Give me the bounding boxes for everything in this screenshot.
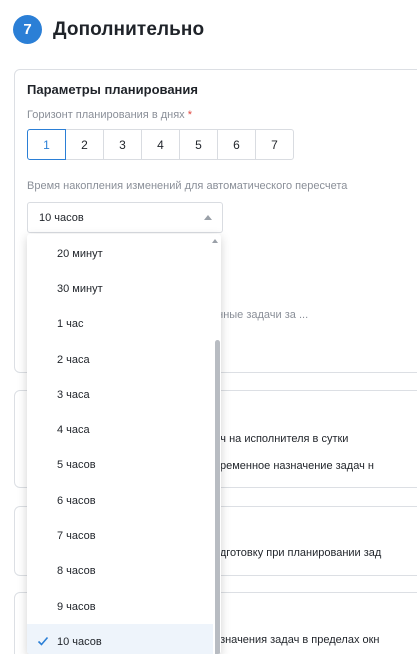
dropdown-option[interactable]: 30 минут xyxy=(27,271,213,306)
step-number-badge: 7 xyxy=(13,15,42,44)
dropdown-option-label: 10 часов xyxy=(57,635,102,648)
day-button-3[interactable]: 3 xyxy=(103,129,142,160)
checkmark-icon xyxy=(37,637,49,646)
dropdown-option[interactable]: 7 часов xyxy=(27,518,213,553)
dropdown-option-label: 9 часов xyxy=(57,600,96,613)
dropdown-option[interactable]: 4 часа xyxy=(27,412,213,447)
dropdown-option[interactable]: 3 часа xyxy=(27,377,213,412)
setting-text-tasks-per-day: дач на исполнителя в сутки xyxy=(208,433,349,445)
day-button-7[interactable]: 7 xyxy=(255,129,294,160)
dropdown-option-label: 8 часов xyxy=(57,565,96,578)
dropdown-option[interactable]: 2 часа xyxy=(27,342,213,377)
dropdown-option-label: 1 час xyxy=(57,318,84,331)
recalc-time-select[interactable]: 10 часов xyxy=(27,202,223,233)
recalc-time-dropdown: 20 минут 30 минут 1 час 2 часа 3 часа 4 часа 5… xyxy=(27,234,221,654)
day-button-2[interactable]: 2 xyxy=(65,129,104,160)
dropdown-scrollbar-thumb[interactable] xyxy=(215,340,220,654)
dropdown-scrollbar[interactable] xyxy=(213,246,221,654)
dropdown-options-list: 20 минут 30 минут 1 час 2 часа 3 часа 4 часа 5… xyxy=(27,236,213,654)
dropdown-option-label: 5 часов xyxy=(57,459,96,472)
section-header: 7 Дополнительно xyxy=(13,15,204,44)
dropdown-option-label: 3 часа xyxy=(57,388,90,401)
recalc-time-label: Время накопления изменений для автоматич… xyxy=(27,180,348,192)
dropdown-option[interactable]: 8 часов xyxy=(27,554,213,589)
recalc-time-value: 10 часов xyxy=(39,211,84,224)
day-button-6[interactable]: 6 xyxy=(217,129,256,160)
section-title: Дополнительно xyxy=(53,18,205,40)
caret-up-icon xyxy=(204,215,212,220)
dropdown-option[interactable]: 9 часов xyxy=(27,589,213,624)
horizon-label-text: Горизонт планирования в днях xyxy=(27,109,185,121)
horizon-label: Горизонт планирования в днях * xyxy=(27,109,192,121)
setting-text-preparation: подготовку при планировании зад xyxy=(208,547,382,559)
dropdown-option-label: 20 минут xyxy=(57,247,103,260)
dropdown-option[interactable]: 5 часов xyxy=(27,448,213,483)
dropdown-option[interactable]: 1 час xyxy=(27,307,213,342)
horizon-day-selector: 1234567 xyxy=(27,129,294,160)
day-button-4[interactable]: 4 xyxy=(141,129,180,160)
day-button-1[interactable]: 1 xyxy=(27,129,66,160)
required-mark: * xyxy=(187,109,193,121)
dropdown-option-label: 30 минут xyxy=(57,282,103,295)
dropdown-option-label: 2 часа xyxy=(57,353,90,366)
setting-text-simultaneous-assign: овременное назначение задач н xyxy=(208,460,374,472)
dropdown-option-label: 7 часов xyxy=(57,530,96,543)
dropdown-option-label: 4 часа xyxy=(57,424,90,437)
setting-text-window-assign: назначения задач в пределах окн xyxy=(208,634,380,646)
dropdown-option[interactable]: 6 часов xyxy=(27,483,213,518)
day-button-5[interactable]: 5 xyxy=(179,129,218,160)
dropdown-option[interactable]: 20 минут xyxy=(27,236,213,271)
planning-params-title: Параметры планирования xyxy=(27,82,198,97)
dropdown-option[interactable]: 10 часов xyxy=(27,624,213,654)
hidden-field-label: енные задачи за ... xyxy=(211,309,309,321)
dropdown-option-label: 6 часов xyxy=(57,494,96,507)
